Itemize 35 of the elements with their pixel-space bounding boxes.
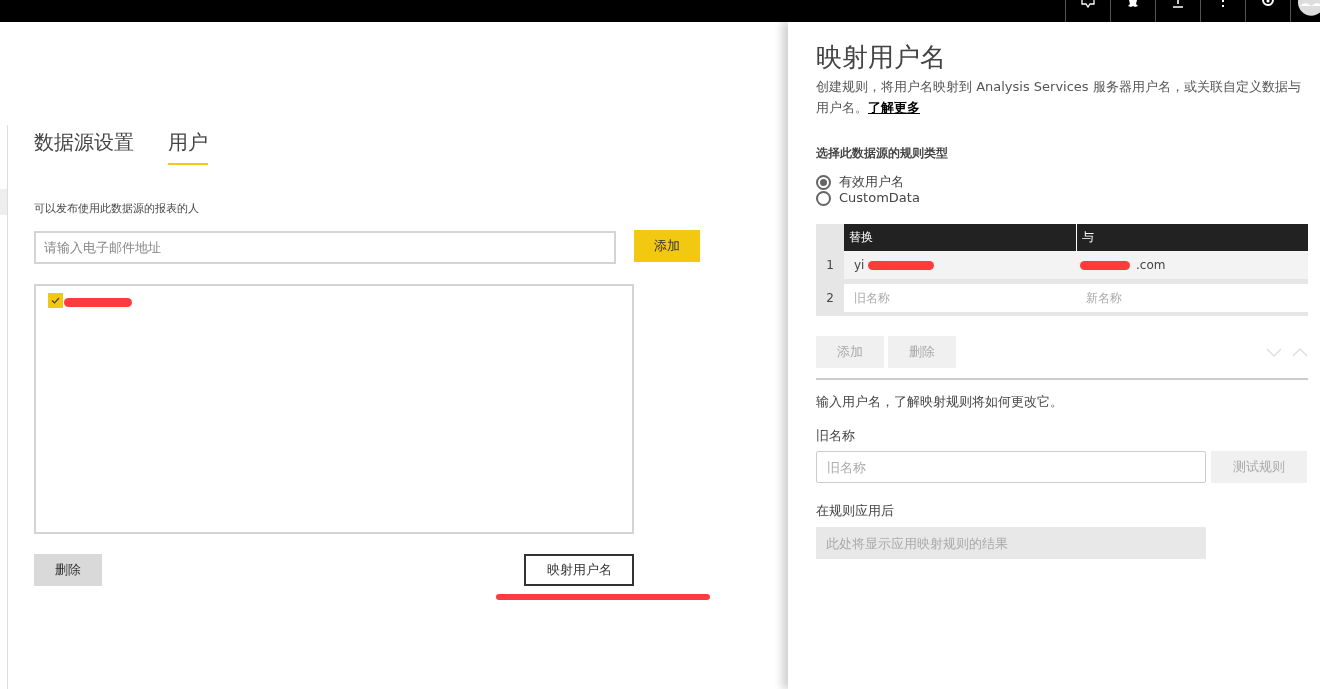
- check-icon: [51, 297, 60, 304]
- help-icon[interactable]: [1220, 0, 1226, 8]
- users-label: 可以发布使用此数据源的报表的人: [34, 201, 200, 217]
- rule-type-label: 选择此数据源的规则类型: [816, 144, 949, 162]
- radio-label[interactable]: CustomData: [839, 190, 920, 207]
- user-checkbox[interactable]: [48, 293, 63, 308]
- sidebar-item-marker: [0, 189, 7, 215]
- result-label: 在规则应用后: [816, 502, 895, 521]
- email-field[interactable]: 请输入电子邮件地址: [34, 230, 616, 264]
- map-username-button[interactable]: 映射用户名: [524, 553, 634, 586]
- panel-title: 映射用户名: [816, 42, 947, 74]
- add-button[interactable]: 添加: [633, 229, 700, 262]
- avatar-icon[interactable]: [1297, 0, 1320, 16]
- smiley-icon[interactable]: [1261, 0, 1275, 8]
- replace-cell: yi: [844, 251, 1076, 280]
- result-field: 此处将显示应用映射规则的结果: [816, 526, 1206, 559]
- settings-icon[interactable]: [1126, 0, 1140, 8]
- chat-icon[interactable]: [1081, 0, 1095, 8]
- row-number: 2: [825, 290, 835, 308]
- download-icon[interactable]: [1172, 0, 1184, 8]
- row-number: 1: [825, 257, 835, 275]
- old-name-label: 旧名称: [816, 426, 856, 445]
- delete-button[interactable]: 删除: [34, 553, 102, 586]
- radio-button[interactable]: [816, 174, 831, 190]
- tab[interactable]: 用户: [168, 127, 208, 165]
- column-header: 与: [1075, 224, 1308, 252]
- old-name-field[interactable]: 旧名称: [816, 451, 1206, 484]
- test-hint: 输入用户名，了解映射规则将如何更改它。: [816, 393, 1064, 412]
- radio-label[interactable]: 有效用户名: [839, 174, 904, 191]
- panel-description: 创建规则，将用户名映射到 Analysis Services 服务器用户名，或关联自定义数据与用户名。了解更多: [816, 78, 1302, 117]
- learn-more-link[interactable]: 了解更多: [868, 100, 920, 115]
- radio-button[interactable]: [816, 190, 831, 206]
- tab[interactable]: 数据源设置: [34, 127, 134, 165]
- with-cell: .com: [1076, 251, 1308, 280]
- column-header: 替换: [844, 224, 1076, 252]
